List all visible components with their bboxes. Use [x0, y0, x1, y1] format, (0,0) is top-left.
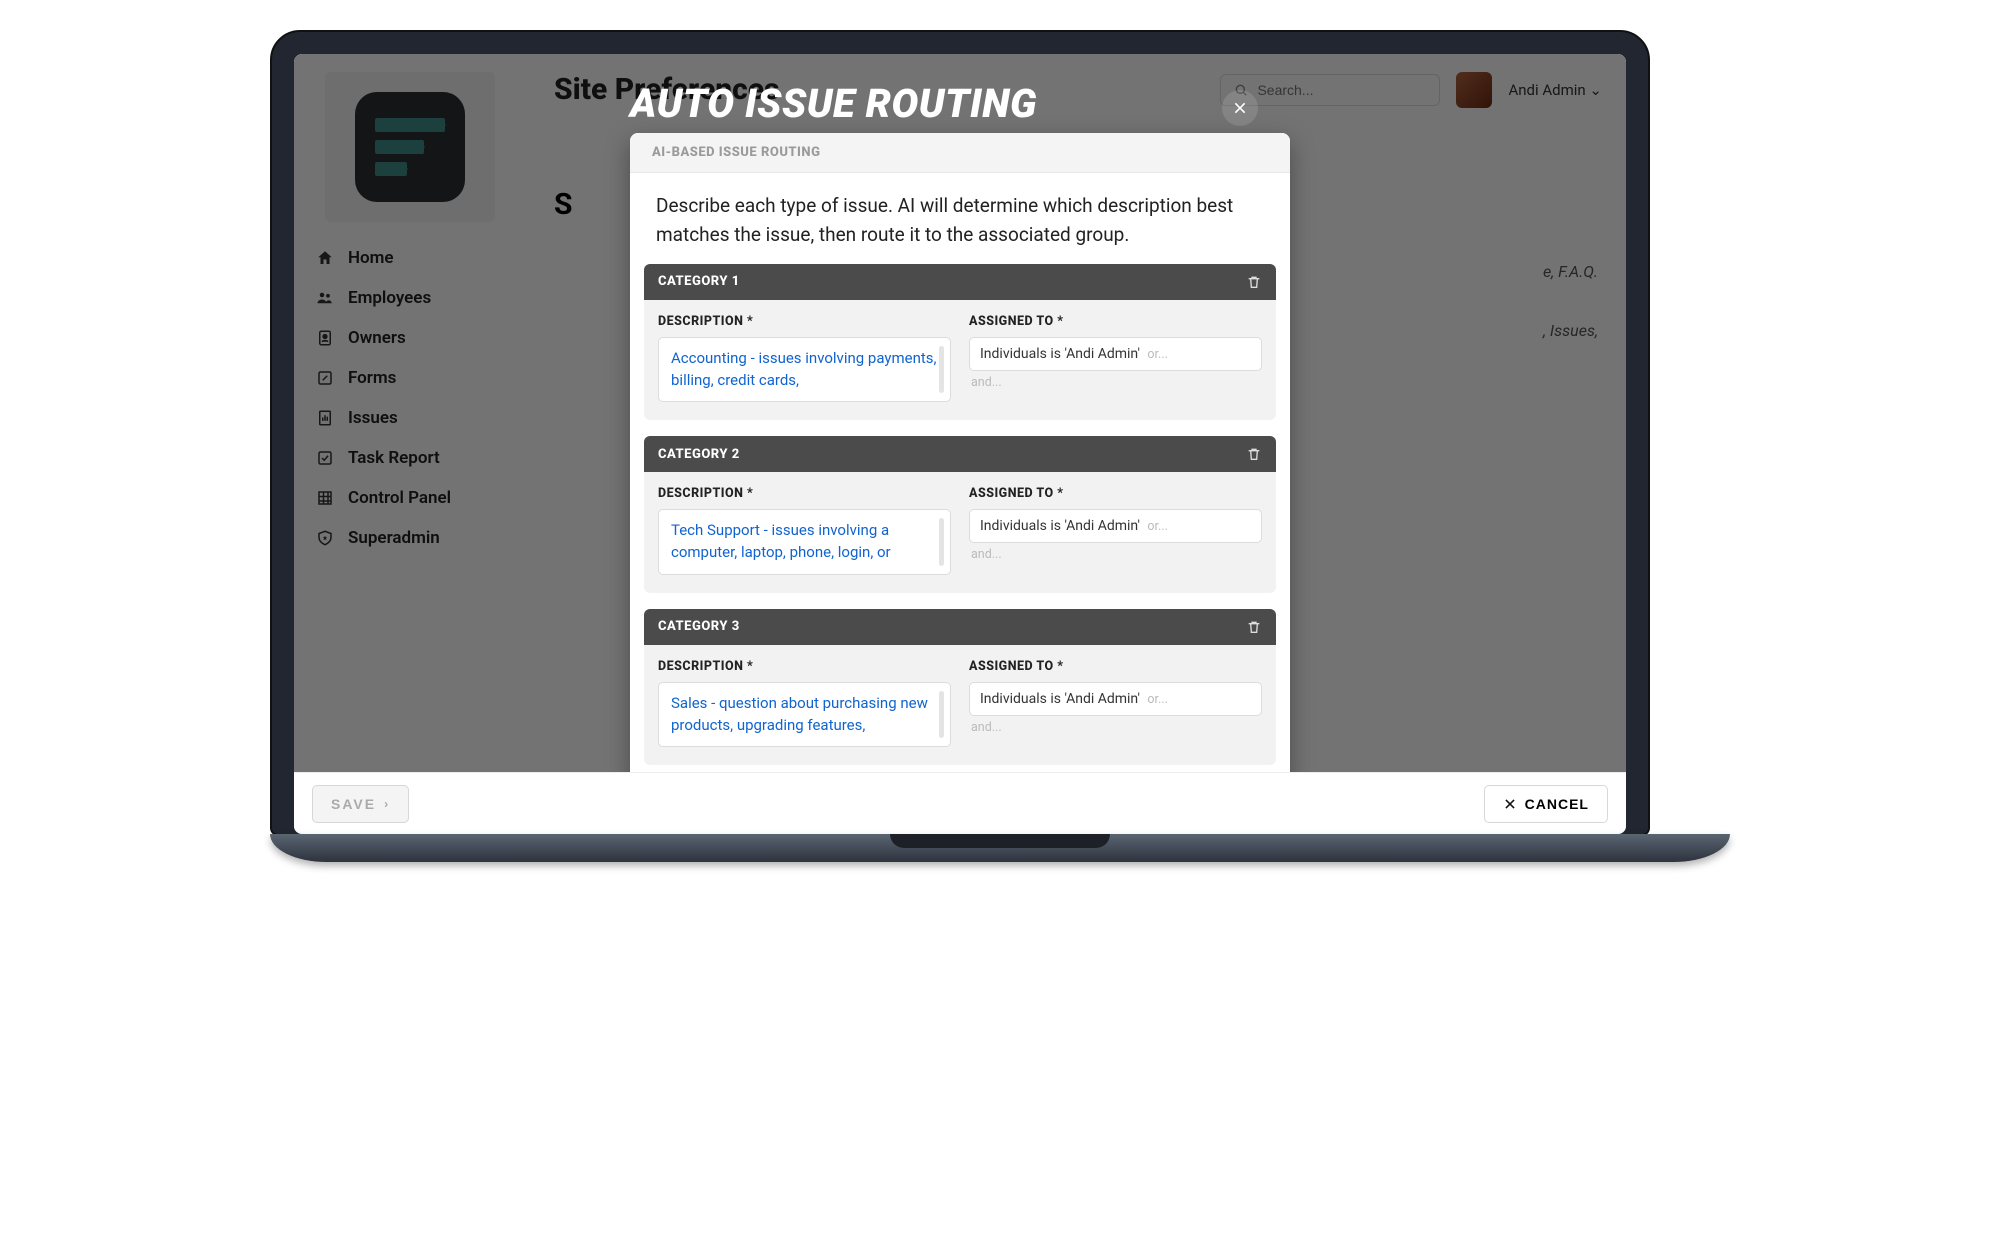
category-title: CATEGORY 3: [658, 619, 740, 634]
category-block: CATEGORY 2 DESCRIPTION *: [644, 436, 1276, 593]
save-label: SAVE: [331, 796, 376, 812]
assigned-input[interactable]: Individuals is 'Andi Admin' or...: [969, 682, 1262, 716]
chevron-right-icon: ›: [384, 797, 390, 811]
delete-category-button[interactable]: [1246, 446, 1262, 462]
assigned-value: Individuals is 'Andi Admin': [980, 691, 1140, 707]
modal-intro: Describe each type of issue. AI will det…: [630, 173, 1290, 264]
description-label: DESCRIPTION *: [658, 486, 951, 501]
category-title: CATEGORY 1: [658, 274, 740, 289]
device-frame: Home Employees Owners: [270, 30, 1650, 836]
assigned-value: Individuals is 'Andi Admin': [980, 346, 1140, 362]
modal: AUTO ISSUE ROUTING AI-BASED ISSUE ROUTIN…: [294, 80, 1626, 781]
category-header: CATEGORY 2: [644, 436, 1276, 472]
category-block: CATEGORY 3 DESCRIPTION *: [644, 609, 1276, 766]
assign-or-hint: or...: [1147, 519, 1168, 534]
screen: Home Employees Owners: [294, 54, 1626, 834]
assigned-input[interactable]: Individuals is 'Andi Admin' or...: [969, 337, 1262, 371]
description-label: DESCRIPTION *: [658, 659, 951, 674]
trash-icon: [1246, 619, 1262, 635]
category-header: CATEGORY 1: [644, 264, 1276, 300]
trash-icon: [1246, 274, 1262, 290]
save-button[interactable]: SAVE ›: [312, 785, 409, 823]
cancel-button[interactable]: CANCEL: [1484, 785, 1608, 823]
assigned-label: ASSIGNED TO *: [969, 659, 1262, 674]
close-button[interactable]: [1222, 90, 1258, 126]
assigned-label: ASSIGNED TO *: [969, 486, 1262, 501]
description-input[interactable]: Accounting - issues involving payments, …: [658, 337, 951, 403]
assigned-label: ASSIGNED TO *: [969, 314, 1262, 329]
delete-category-button[interactable]: [1246, 274, 1262, 290]
cancel-label: CANCEL: [1525, 796, 1589, 812]
description-label: DESCRIPTION *: [658, 314, 951, 329]
close-icon: [1232, 100, 1248, 116]
device-base: [270, 834, 1730, 862]
description-input[interactable]: Tech Support - issues involving a comput…: [658, 509, 951, 575]
assign-and-hint: and...: [969, 720, 1262, 735]
assigned-input[interactable]: Individuals is 'Andi Admin' or...: [969, 509, 1262, 543]
assign-or-hint: or...: [1147, 347, 1168, 362]
assign-and-hint: and...: [969, 375, 1262, 390]
category-header: CATEGORY 3: [644, 609, 1276, 645]
close-icon: [1503, 797, 1517, 811]
delete-category-button[interactable]: [1246, 619, 1262, 635]
modal-card: AI-BASED ISSUE ROUTING Describe each typ…: [630, 133, 1290, 781]
category-block: CATEGORY 1 DESCRIPTION *: [644, 264, 1276, 421]
modal-title: AUTO ISSUE ROUTING: [630, 80, 1290, 127]
assign-and-hint: and...: [969, 547, 1262, 562]
category-title: CATEGORY 2: [658, 447, 740, 462]
assign-or-hint: or...: [1147, 692, 1168, 707]
assigned-value: Individuals is 'Andi Admin': [980, 518, 1140, 534]
modal-subhead: AI-BASED ISSUE ROUTING: [630, 133, 1290, 173]
description-input[interactable]: Sales - question about purchasing new pr…: [658, 682, 951, 748]
trash-icon: [1246, 446, 1262, 462]
action-bar: SAVE › CANCEL: [294, 772, 1626, 834]
